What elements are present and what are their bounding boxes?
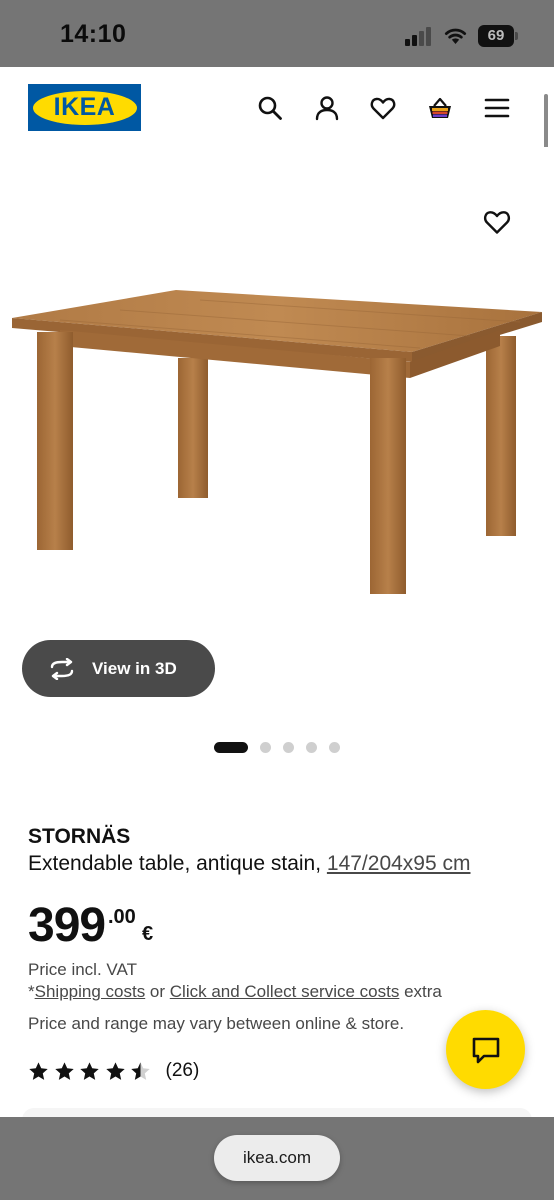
review-count[interactable]: (26) bbox=[166, 1060, 200, 1082]
shipping-or: or bbox=[145, 982, 170, 1001]
product-price: 399 .00 € bbox=[28, 898, 153, 958]
account-icon[interactable] bbox=[313, 94, 341, 122]
price-integer: 399 bbox=[28, 899, 106, 952]
battery-level: 69 bbox=[478, 25, 514, 47]
table-illustration bbox=[12, 290, 542, 594]
view-in-3d-button[interactable]: View in 3D bbox=[22, 640, 215, 697]
product-description: Extendable table, antique stain, 147/204… bbox=[28, 852, 471, 876]
carousel-dot[interactable] bbox=[329, 742, 340, 753]
basket-icon[interactable] bbox=[426, 94, 454, 122]
star-icon bbox=[80, 1061, 99, 1080]
favourites-icon[interactable] bbox=[369, 94, 397, 122]
vat-note: Price incl. VAT bbox=[28, 960, 137, 979]
status-bar: 14:10 69 bbox=[0, 0, 554, 67]
chat-button[interactable] bbox=[446, 1010, 525, 1089]
half-star-icon bbox=[131, 1061, 150, 1080]
product-name: STORNÄS bbox=[28, 825, 131, 848]
heart-icon[interactable] bbox=[483, 208, 511, 236]
shipping-prefix: * bbox=[28, 982, 35, 1001]
shipping-costs-link[interactable]: Shipping costs bbox=[35, 982, 146, 1001]
carousel-indicator bbox=[0, 742, 554, 754]
carousel-dot[interactable] bbox=[260, 742, 271, 753]
wifi-icon bbox=[444, 28, 467, 44]
logo-text: IKEA bbox=[53, 93, 116, 121]
signal-icon bbox=[405, 27, 433, 46]
search-icon[interactable] bbox=[256, 94, 284, 122]
star-icon bbox=[29, 1061, 48, 1080]
star-icon bbox=[105, 1061, 125, 1080]
view-in-3d-label: View in 3D bbox=[92, 658, 177, 678]
chat-icon bbox=[472, 1037, 499, 1063]
shipping-note: *Shipping costs or Click and Collect ser… bbox=[28, 982, 442, 1002]
status-time: 14:10 bbox=[60, 20, 127, 48]
carousel-dot[interactable] bbox=[283, 742, 294, 753]
product-rating[interactable]: (26) bbox=[28, 1058, 199, 1084]
price-currency: € bbox=[142, 923, 154, 945]
product-description-text: Extendable table, antique stain, bbox=[28, 852, 327, 875]
site-header: IKEA bbox=[0, 67, 554, 147]
battery-icon: 69 bbox=[478, 25, 518, 47]
star-icon bbox=[54, 1061, 74, 1080]
measurements-link[interactable]: 147/204x95 cm bbox=[327, 852, 471, 875]
carousel-dot-active[interactable] bbox=[214, 742, 248, 753]
browser-toolbar: ikea.com bbox=[0, 1117, 554, 1200]
ikea-logo[interactable]: IKEA bbox=[28, 84, 141, 131]
rotate-3d-icon bbox=[50, 657, 74, 680]
click-collect-link[interactable]: Click and Collect service costs bbox=[170, 982, 400, 1001]
carousel-dot[interactable] bbox=[306, 742, 317, 753]
price-variation-note: Price and range may vary between online … bbox=[28, 1014, 405, 1033]
menu-icon[interactable] bbox=[483, 94, 511, 122]
price-decimal: .00 bbox=[108, 906, 136, 928]
url-bar[interactable]: ikea.com bbox=[214, 1135, 340, 1181]
shipping-suffix: extra bbox=[399, 982, 442, 1001]
